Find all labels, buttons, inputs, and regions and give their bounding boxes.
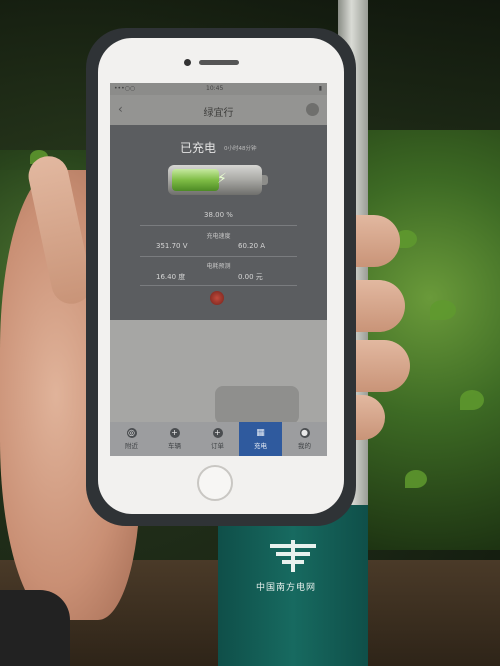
charge-percent: 38.00 %: [204, 211, 233, 219]
energy-value: 16.40 度: [156, 273, 186, 281]
earpiece-speaker: [199, 60, 239, 65]
tab-label: 订单: [211, 442, 224, 450]
battery-cap: [262, 175, 268, 185]
speed-label: 充电速度: [206, 233, 231, 240]
stop-charging-button[interactable]: [210, 291, 224, 305]
voltage-value: 351.70 V: [156, 242, 188, 250]
nav-bar: ‹ 绿宜行: [110, 95, 327, 125]
order-icon: +: [212, 428, 223, 438]
divider: [140, 256, 297, 257]
charging-panel: 已充电 0小时48分钟 ⚡ 38.00 % 充电速度 351.70 V 60.2…: [110, 125, 327, 320]
grid-logo-icon: [270, 540, 316, 572]
amount-value: 0.00 元: [238, 273, 263, 281]
charge-duration: 0小时48分钟: [224, 146, 257, 152]
profile-icon: ●: [299, 428, 310, 438]
battery-graphic: ⚡: [168, 165, 268, 195]
charge-status-heading: 已充电: [180, 141, 217, 155]
current-value: 60.20 A: [238, 242, 266, 250]
tab-bar: ◎ 附近 + 车辆 + 订单 ▦ 充电 ● 我的: [110, 422, 327, 456]
avatar[interactable]: [306, 103, 319, 116]
car-icon: +: [169, 428, 180, 438]
front-camera-icon: [184, 59, 191, 66]
tab-label: 附近: [125, 442, 138, 450]
overlay-shadow: [215, 386, 299, 424]
battery-fill: [172, 169, 219, 191]
leaf: [460, 390, 484, 410]
home-button[interactable]: [197, 465, 233, 501]
leaf: [405, 470, 427, 488]
sleeve: [0, 590, 70, 666]
cost-label: 电耗预测: [206, 263, 231, 270]
charge-grid-icon: ▦: [256, 428, 265, 438]
clock: 10:45: [206, 85, 224, 92]
carrier-signal: •••○○: [114, 85, 136, 92]
lightning-bolt-icon: ⚡: [217, 171, 227, 187]
tab-nearby[interactable]: ◎ 附近: [110, 422, 153, 456]
phone-screen: •••○○ 10:45 ▮ ‹ 绿宜行 已充电 0小时48分钟 ⚡ 38.00 …: [110, 83, 327, 456]
tab-profile[interactable]: ● 我的: [282, 422, 327, 456]
divider: [140, 285, 297, 286]
location-icon: ◎: [126, 428, 137, 438]
tab-charging[interactable]: ▦ 充电: [239, 422, 282, 456]
leaf: [430, 300, 456, 320]
tab-label: 充电: [254, 442, 267, 450]
tab-label: 我的: [298, 442, 311, 450]
tab-vehicle[interactable]: + 车辆: [153, 422, 196, 456]
brand-text: 中国南方电网: [256, 583, 317, 593]
status-bar: •••○○ 10:45 ▮: [110, 83, 327, 95]
app-title: 绿宜行: [203, 108, 234, 119]
battery-icon: ▮: [318, 85, 322, 92]
tab-label: 车辆: [168, 442, 181, 450]
divider: [140, 225, 297, 226]
tab-orders[interactable]: + 订单: [196, 422, 239, 456]
